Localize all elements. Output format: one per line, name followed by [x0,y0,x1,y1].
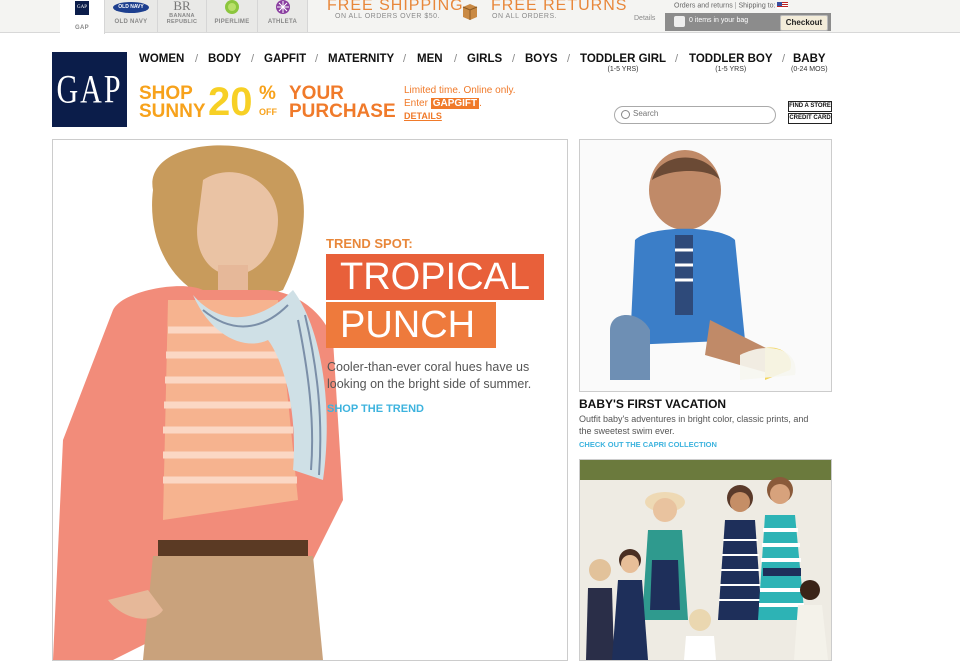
shipping-to-label: Shipping to: [738,2,776,10]
nav-item-girls[interactable]: GIRLS [467,53,502,65]
promo-code: GAPGIFT [430,98,480,109]
account-links: Orders and returns | Shipping to: [665,0,831,9]
kids-photo [580,460,831,660]
us-flag-icon[interactable] [777,2,789,9]
brand-tab-gap[interactable]: GAP GAP [60,0,105,34]
brand-tab-label: ATHLETA [267,19,298,25]
hero-banner[interactable]: TREND SPOT: TROPICAL PUNCH Cooler-than-e… [52,139,568,661]
search-icon [621,110,630,119]
brand-tab-athleta[interactable]: ATHLETA [258,0,308,32]
promo-code-line: Enter GAPGIFT. [404,98,482,109]
nav-item-gapfit[interactable]: GAPFIT [264,53,306,65]
promo-details-link[interactable]: Details [634,15,655,22]
shop-the-trend-link[interactable]: SHOP THE TREND [327,403,424,415]
promo-percent-sign: % [259,83,276,104]
box-icon [462,4,478,20]
athleta-icon [275,0,290,14]
shopping-bag[interactable]: 0 items in your bag Checkout [665,13,831,31]
promo-sunny-text: SUNNY [139,101,206,122]
brand-bar: GAP GAP OLD NAVY OLD NAVY BR BANANA REPU… [0,0,960,34]
nav-item-maternity[interactable]: MATERNITY [328,53,394,65]
find-store-button[interactable]: FIND A STORE [788,101,832,112]
checkout-button[interactable]: Checkout [780,15,828,31]
nav-item-boys[interactable]: BOYS [525,53,558,65]
search-input[interactable] [633,109,763,118]
gap-logo[interactable]: GAP [52,52,127,127]
credit-card-button[interactable]: CREDIT CARD [788,113,832,124]
promo-purchase-text: PURCHASE [289,101,396,122]
hero-kicker: TREND SPOT: [326,236,413,251]
hero-description: Cooler-than-ever coral hues have us look… [327,360,532,391]
nav-item-body[interactable]: BODY [208,53,241,65]
search-box[interactable] [614,106,776,124]
capri-collection-link[interactable]: CHECK OUT THE CAPRI COLLECTION [579,440,717,449]
bag-count-text: 0 items in your bag [689,17,749,24]
baby-photo-card[interactable] [579,139,832,392]
promo-off-text: OFF [259,107,277,117]
nav-item-toddler-girl[interactable]: TODDLER GIRL (1-5 YRS) [580,53,666,73]
brand-tab-label: OLD NAVY [114,19,148,25]
nav-item-men[interactable]: MEN [417,53,443,65]
brand-tab-label: PIPERLIME [214,19,250,25]
baby-photo [580,140,831,391]
piperlime-icon [225,0,239,14]
offer-details-link[interactable]: DETAILS [404,110,516,123]
free-returns-promo[interactable]: FREE RETURNS ON ALL ORDERS. [491,0,627,20]
brand-tab-piperlime[interactable]: PIPERLIME [207,0,258,32]
promo-percent: 20 [208,80,253,124]
baby-section-title[interactable]: BABY'S FIRST VACATION [579,397,726,411]
brand-tab-banana-republic[interactable]: BR BANANA REPUBLIC [158,0,207,32]
hero-title-tropical: TROPICAL [326,254,544,300]
hero-title-punch: PUNCH [326,302,496,348]
brand-tab-label: GAP [75,25,89,31]
old-navy-logo: OLD NAVY [113,2,149,13]
nav-item-baby[interactable]: BABY (0-24 MOS) [791,53,828,73]
gap-logo-text: GAP [56,67,123,112]
kids-photo-card[interactable] [579,459,832,661]
limited-time-text: Limited time. Online only. [404,85,516,96]
nav-item-toddler-boy[interactable]: TODDLER BOY (1-5 YRS) [689,53,773,73]
brand-tab-old-navy[interactable]: OLD NAVY OLD NAVY [105,0,158,32]
account-area: Orders and returns | Shipping to: 0 item… [665,0,831,32]
free-shipping-promo[interactable]: FREE SHIPPING ON ALL ORDERS OVER $50. [327,0,464,20]
baby-section-description: Outfit baby's adventures in bright color… [579,414,809,436]
brand-tab-label: BANANA REPUBLIC [166,13,198,25]
banana-republic-logo: BR [173,0,191,13]
gap-mini-logo: GAP [75,1,89,15]
main-nav: WOMEN / BODY / GAPFIT / MATERNITY / MEN … [139,53,828,73]
orders-returns-link[interactable]: Orders and returns [674,2,733,9]
bag-icon [674,16,685,27]
nav-item-women[interactable]: WOMEN [139,53,184,65]
model-photo [53,145,343,660]
limited-offer: Limited time. Online only. Enter GAPGIFT… [404,84,516,123]
